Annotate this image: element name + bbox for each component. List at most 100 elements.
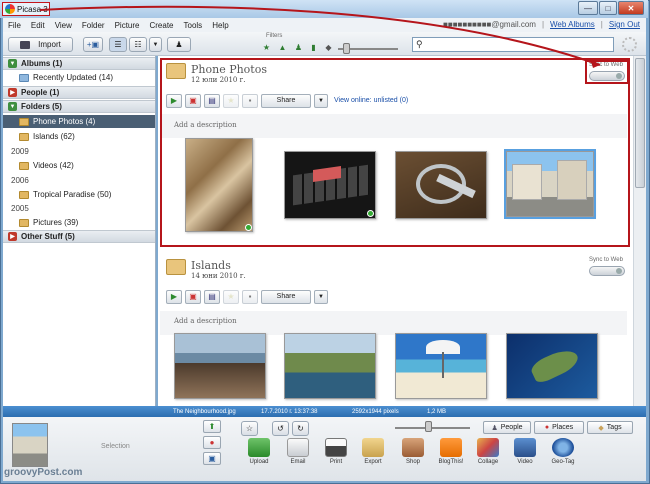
add-description-field[interactable]: Add a description (174, 317, 237, 325)
video-button[interactable]: Video (506, 438, 544, 465)
print-button[interactable]: Print (317, 438, 355, 465)
share-dropdown-button[interactable]: ▼ (314, 93, 328, 108)
view-online-link[interactable]: View online: unlisted (0) (334, 97, 408, 104)
share-button[interactable]: Share (261, 289, 311, 304)
export-button[interactable]: Export (354, 438, 392, 465)
thumbnail-size-slider-knob[interactable] (425, 421, 432, 432)
play-slideshow-button[interactable]: ▶ (166, 93, 182, 108)
sync-to-web-toggle[interactable] (589, 71, 625, 81)
collapse-arrow-icon[interactable]: ▼ (8, 59, 17, 68)
photo-thumbnail[interactable] (395, 333, 487, 399)
albums-label: Albums (1) (21, 59, 63, 68)
sidebar-item-label: Videos (42) (33, 161, 74, 170)
photo-thumbnail[interactable] (284, 333, 376, 399)
menu-folder[interactable]: Folder (77, 21, 110, 30)
movie-button[interactable]: ▤ (204, 93, 220, 108)
uploaded-filter-icon[interactable]: ▲ (277, 43, 288, 53)
menu-file[interactable]: File (3, 21, 26, 30)
date-filter-slider-knob[interactable] (343, 43, 350, 54)
import-button[interactable]: Import (8, 37, 73, 52)
star-tray-button[interactable]: ☆ (241, 421, 258, 436)
places-tray-button[interactable]: ● Places (534, 421, 584, 434)
play-slideshow-button[interactable]: ▶ (166, 289, 182, 304)
photo-thumbnail[interactable] (506, 333, 598, 399)
share-button[interactable]: Share (261, 93, 311, 108)
photo-thumbnail[interactable] (395, 151, 487, 219)
geotag-filter-icon[interactable]: ◆ (323, 43, 334, 53)
save-button[interactable]: ▪ (242, 289, 258, 304)
album-title[interactable]: Islands (191, 259, 246, 272)
photo-thumbnail-selected[interactable] (504, 149, 596, 219)
globe-icon (552, 438, 574, 457)
collage-button[interactable]: ▣ (185, 93, 201, 108)
menu-view[interactable]: View (50, 21, 77, 30)
collage-tray-button[interactable]: Collage (469, 438, 507, 465)
selection-thumbnail[interactable] (12, 423, 48, 467)
star-button[interactable]: ★ (223, 289, 239, 304)
sidebar-item-phone-photos[interactable]: Phone Photos (4) (3, 115, 155, 128)
sidebar-item-tropical-paradise[interactable]: Tropical Paradise (50) (3, 188, 155, 201)
maximize-button[interactable]: □ (599, 1, 617, 15)
video-label: Video (517, 459, 533, 465)
star-filter-icon[interactable]: ★ (261, 43, 272, 53)
people-filter-icon[interactable]: ♟ (293, 43, 304, 53)
photo-thumbnail[interactable] (174, 333, 266, 399)
hold-button[interactable]: ⬆ (203, 420, 221, 433)
collapse-arrow-icon[interactable]: ▼ (8, 102, 17, 111)
star-button[interactable]: ★ (223, 93, 239, 108)
expand-arrow-icon[interactable]: ▶ (8, 232, 17, 241)
status-dimensions: 2592x1944 pixels (352, 408, 399, 415)
sidebar-item-videos[interactable]: Videos (42) (3, 159, 155, 172)
people-view-button[interactable]: ♟ (167, 37, 191, 52)
tree-view-button[interactable]: ☷ (129, 37, 147, 52)
tags-tray-button[interactable]: ◆ Tags (587, 421, 633, 434)
people-section-header[interactable]: ▶ People (1) (3, 86, 155, 99)
sidebar-item-pictures[interactable]: Pictures (39) (3, 216, 155, 229)
video-filter-icon[interactable]: ▮ (308, 43, 319, 53)
album-header-islands: Islands 14 юни 2010 г. (191, 259, 246, 280)
menu-tools[interactable]: Tools (179, 21, 208, 30)
menu-create[interactable]: Create (144, 21, 178, 30)
sync-to-web-toggle[interactable] (589, 266, 625, 276)
share-dropdown-button[interactable]: ▼ (314, 289, 328, 304)
album-title[interactable]: Phone Photos (191, 63, 267, 76)
save-button[interactable]: ▪ (242, 93, 258, 108)
blogthis-button[interactable]: BlogThis! (432, 438, 470, 465)
sign-out-link[interactable]: Sign Out (609, 20, 640, 29)
albums-section-header[interactable]: ▼ Albums (1) (3, 57, 155, 70)
search-input[interactable]: ⚲ (412, 37, 614, 52)
add-to-album-button[interactable]: +▣ (83, 37, 103, 52)
folders-section-header[interactable]: ▼ Folders (5) (3, 100, 155, 113)
photo-thumbnail[interactable] (185, 138, 253, 232)
person-icon: ♟ (175, 40, 183, 49)
shop-button[interactable]: Shop (394, 438, 432, 465)
other-stuff-section-header[interactable]: ▶ Other Stuff (5) (3, 230, 155, 243)
expand-arrow-icon[interactable]: ▶ (8, 88, 17, 97)
add-to-album-tray-button[interactable]: ▣ (203, 452, 221, 465)
rotate-left-button[interactable]: ↺ (272, 421, 289, 436)
thumbnail-size-slider[interactable] (395, 427, 470, 429)
album-view-scrollbar[interactable] (633, 56, 646, 406)
rotate-right-button[interactable]: ↻ (292, 421, 309, 436)
clear-selection-button[interactable]: ● (203, 436, 221, 449)
menu-help[interactable]: Help (207, 21, 233, 30)
sync-to-web-label: Sync to Web (589, 62, 623, 68)
add-description-field[interactable]: Add a description (174, 121, 237, 129)
sidebar-item-recently-updated[interactable]: Recently Updated (14) (3, 71, 155, 84)
web-albums-link[interactable]: Web Albums (550, 20, 595, 29)
email-button[interactable]: Email (279, 438, 317, 465)
menu-picture[interactable]: Picture (110, 21, 145, 30)
movie-button[interactable]: ▤ (204, 289, 220, 304)
sidebar-item-islands[interactable]: Islands (62) (3, 130, 155, 143)
close-button[interactable]: ✕ (618, 1, 644, 15)
geotag-button[interactable]: Geo-Tag (544, 438, 582, 465)
view-dropdown-button[interactable]: ▼ (149, 37, 162, 52)
scrollbar-thumb[interactable] (635, 58, 645, 188)
menu-edit[interactable]: Edit (26, 21, 50, 30)
photo-thumbnail[interactable] (284, 151, 376, 219)
upload-button[interactable]: Upload (240, 438, 278, 465)
thumbnail-view-button[interactable]: ☰ (109, 37, 127, 52)
people-tray-button[interactable]: ♟ People (483, 421, 531, 434)
collage-button[interactable]: ▣ (185, 289, 201, 304)
minimize-button[interactable]: — (578, 1, 598, 15)
